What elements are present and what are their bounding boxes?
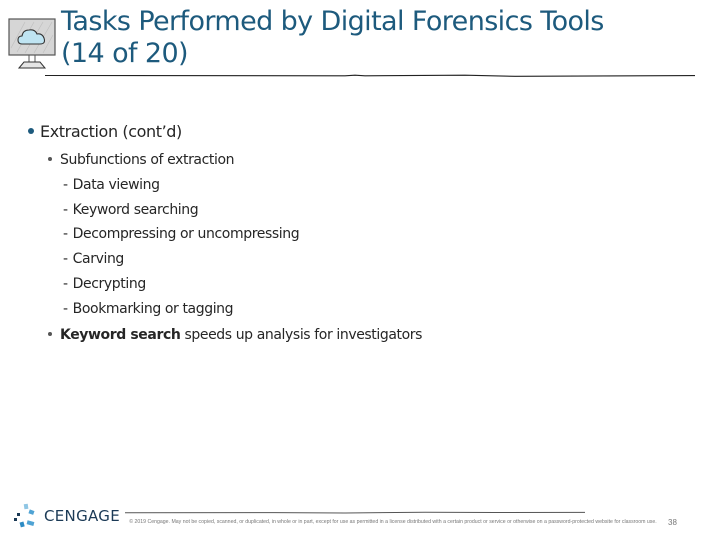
dash-bullet: - [63,276,68,292]
bullet-dot-icon [48,332,52,336]
slide: Tasks Performed by Digital Forensics Too… [0,0,720,540]
dash-bullet: - [63,177,68,193]
bullet-keyword-search: Keyword search speeds up analysis for in… [48,325,422,345]
subfunction-text: Keyword searching [72,202,199,218]
copyright-notice: © 2019 Cengage. May not be copied, scann… [129,519,657,525]
slide-title: Tasks Performed by Digital Forensics Too… [61,6,604,70]
bullet-extraction: Extraction (cont’d) [28,120,182,144]
bullet-dot-icon [48,157,52,161]
cengage-logo-mark-icon [14,503,35,528]
title-underline [45,74,695,77]
subfunction-text: Decrypting [72,276,147,292]
dash-bullet: - [63,301,68,317]
bullet-text: speeds up analysis for investigators [180,327,423,343]
subfunction-item: - Bookmarking or tagging [63,299,234,319]
dash-bullet: - [63,251,68,267]
dash-bullet: - [63,202,68,218]
bullet-subfunctions: Subfunctions of extraction [48,150,235,170]
subfunction-text: Decompressing or uncompressing [72,226,300,242]
dash-bullet: - [63,226,68,242]
bold-term: Keyword search [60,327,181,343]
footer-divider [125,511,585,514]
subfunction-item: - Keyword searching [63,200,199,220]
subfunction-item: - Decrypting [63,274,146,294]
subfunction-text: Carving [72,251,125,267]
subfunction-item: - Decompressing or uncompressing [63,224,300,244]
subfunction-item: - Carving [63,249,124,269]
subfunction-text: Bookmarking or tagging [72,301,234,317]
subfunction-item: - Data viewing [63,175,160,195]
bullet-text: Extraction (cont’d) [40,122,182,141]
subfunction-text: Data viewing [72,177,160,193]
bullet-text: Subfunctions of extraction [60,152,235,168]
computer-monitor-cloud-icon [8,18,56,69]
slide-title-line2: (14 of 20) [61,38,189,69]
page-number: 38 [668,518,677,527]
slide-title-line1: Tasks Performed by Digital Forensics Too… [61,6,604,37]
bullet-dot-icon [28,128,34,134]
cengage-logo: CENGAGE [12,502,120,530]
logo-text: CENGAGE [44,507,120,525]
